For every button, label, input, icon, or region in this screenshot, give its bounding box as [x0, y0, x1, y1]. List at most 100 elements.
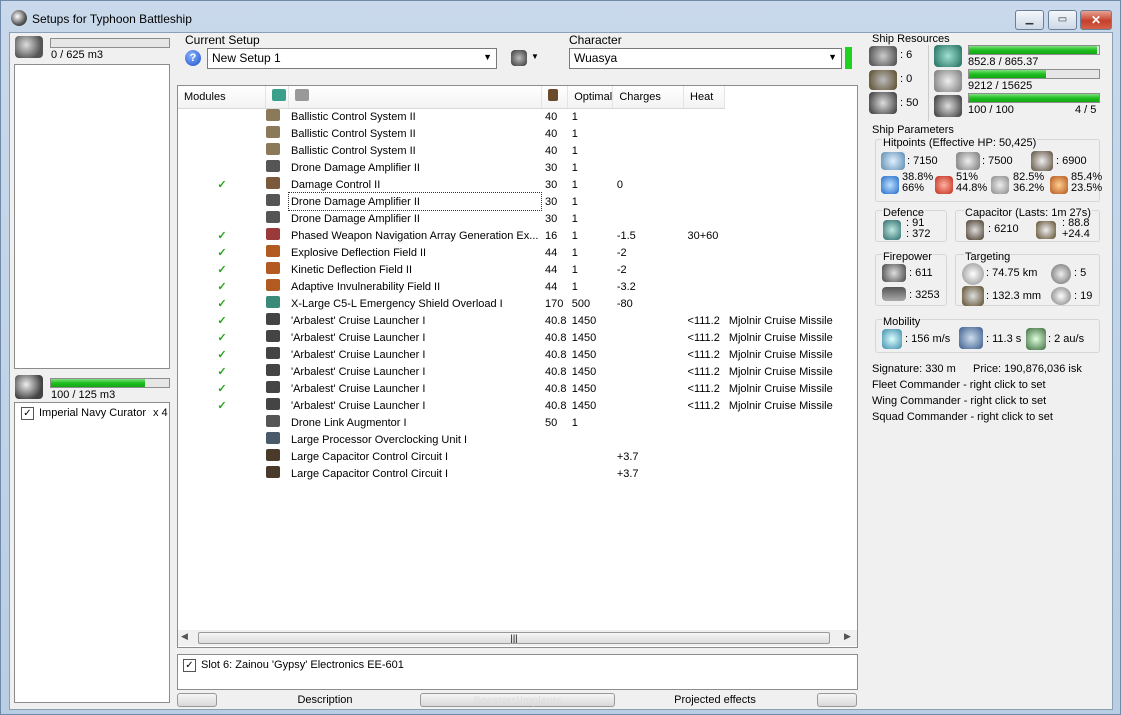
drone-bay-bar — [50, 378, 170, 388]
module-name: Ballistic Control System II — [290, 110, 416, 123]
minimize-button[interactable]: ▁ — [1015, 10, 1044, 30]
scroll-right-icon[interactable]: ▶ — [844, 631, 851, 642]
module-name: Drone Damage Amplifier II — [287, 192, 543, 211]
module-heat — [845, 193, 856, 210]
max-speed: : 156 m/s — [905, 333, 951, 345]
drone-bay-list[interactable]: ✓ Imperial Navy Curator x 4 — [14, 402, 170, 703]
squad-commander[interactable]: Squad Commander - right click to set — [872, 411, 1053, 423]
table-row[interactable]: ✓ Adaptive Invulnerability Field II 44 1 -3.… — [178, 278, 856, 295]
help-icon[interactable]: ? — [185, 50, 201, 66]
col-capacitor-icon[interactable] — [541, 86, 569, 109]
module-optimal: <111.2 — [687, 399, 720, 412]
wing-commander[interactable]: Wing Commander - right click to set — [872, 395, 1046, 407]
module-capacitor — [613, 142, 684, 159]
module-capacitor: -1.5 — [616, 229, 636, 242]
capacitor-recharge-values: : 88.8 +24.4 — [1062, 217, 1090, 240]
module-name: Large Capacitor Control Circuit I — [290, 467, 449, 480]
ship-menu-icon[interactable] — [511, 50, 527, 66]
drone-bay-icon — [15, 375, 43, 399]
module-icon — [265, 363, 289, 380]
module-heat — [845, 159, 856, 176]
table-row[interactable]: ✓ 'Arbalest' Cruise Launcher I 40.8 1450 <11… — [178, 380, 856, 397]
module-icon — [265, 244, 289, 261]
module-charges — [725, 227, 845, 244]
table-row[interactable]: Large Processor Overclocking Unit I — [178, 431, 856, 448]
table-row[interactable]: Ballistic Control System II 40 1 — [178, 108, 856, 125]
module-active-check — [178, 142, 266, 159]
module-icon — [265, 397, 289, 414]
table-row[interactable]: ✓ 'Arbalest' Cruise Launcher I 40.8 1450 <11… — [178, 397, 856, 414]
table-row[interactable]: ✓ X-Large C5-L Emergency Shield Overload … — [178, 295, 856, 312]
module-capacitor: 0 — [616, 178, 623, 191]
table-row[interactable]: Large Capacitor Control Circuit I +3.7 — [178, 448, 856, 465]
firepower-title: Firepower — [882, 251, 933, 263]
setup-select[interactable]: New Setup 1 ▼ — [207, 48, 497, 69]
table-row[interactable]: ✓ 'Arbalest' Cruise Launcher I 40.8 1450 <11… — [178, 312, 856, 329]
module-capacitor — [613, 159, 684, 176]
setup-select-value: New Setup 1 — [212, 51, 281, 65]
table-row[interactable]: Drone Damage Amplifier II 30 1 — [178, 210, 856, 227]
module-heat — [845, 295, 856, 312]
mobility-title: Mobility — [882, 316, 922, 328]
module-icon — [265, 142, 289, 159]
tab-boosters-implants[interactable]: Boosters\Implants — [420, 693, 615, 707]
table-row[interactable]: ✓ Damage Control II 30 1 0 — [178, 176, 856, 193]
bottom-tab-bar: Description Boosters\Implants Projected … — [10, 693, 858, 709]
table-row[interactable]: ✓ 'Arbalest' Cruise Launcher I 40.8 1450 <11… — [178, 346, 856, 363]
module-charges — [725, 465, 845, 482]
tab-stats[interactable] — [817, 693, 857, 707]
table-row[interactable]: Drone Damage Amplifier II 30 1 — [178, 192, 856, 211]
module-cpu: 44 — [545, 246, 558, 259]
targeting-box: Targeting : 74.75 km : 5 : 132.3 mm : 19 — [955, 251, 1100, 306]
scroll-thumb[interactable]: ||| — [198, 632, 830, 644]
table-row[interactable]: Ballistic Control System II 40 1 — [178, 125, 856, 142]
hull-hp-icon — [1031, 151, 1053, 171]
targeting-title: Targeting — [964, 251, 1012, 263]
horizontal-scrollbar[interactable]: ◀ ||| ▶ — [178, 630, 857, 646]
table-row[interactable]: Ballistic Control System II 40 1 — [178, 142, 856, 159]
table-row[interactable]: ✓ Explosive Deflection Field II 44 1 -2 — [178, 244, 856, 261]
col-heat[interactable]: Heat — [683, 86, 726, 109]
module-powergrid: 1 — [571, 280, 578, 293]
fleet-commander[interactable]: Fleet Commander - right click to set — [872, 379, 1046, 391]
col-charges[interactable]: Charges — [612, 86, 685, 109]
table-row[interactable]: ✓ 'Arbalest' Cruise Launcher I 40.8 1450 <11… — [178, 329, 856, 346]
scroll-left-icon[interactable]: ◀ — [181, 631, 188, 642]
table-row[interactable]: Large Capacitor Control Circuit I +3.7 — [178, 465, 856, 482]
module-name: 'Arbalest' Cruise Launcher I — [290, 365, 426, 378]
tab-raw[interactable] — [177, 693, 217, 707]
close-button[interactable]: ✕ — [1080, 10, 1112, 30]
maximize-button[interactable]: ▭ — [1048, 10, 1077, 30]
ship-price: Price: 190,876,036 isk — [973, 363, 1082, 375]
weapon-dps-icon — [882, 264, 906, 282]
col-powergrid-icon[interactable] — [288, 86, 542, 109]
implant-checkbox[interactable]: ✓ — [183, 659, 196, 672]
ship-menu-chevron-icon[interactable]: ▼ — [531, 52, 539, 61]
table-row[interactable]: ✓ 'Arbalest' Cruise Launcher I 40.8 1450 <11… — [178, 363, 856, 380]
character-select[interactable]: Wuasya ▼ — [569, 48, 842, 69]
defence-icon — [883, 220, 901, 240]
table-row[interactable]: ✓ Kinetic Deflection Field II 44 1 -2 — [178, 261, 856, 278]
module-cpu: 44 — [545, 280, 558, 293]
module-charges — [725, 414, 845, 431]
tab-description[interactable]: Description — [260, 693, 390, 707]
module-icon — [265, 329, 289, 346]
table-row[interactable]: Drone Damage Amplifier II 30 1 — [178, 159, 856, 176]
drone-checkbox[interactable]: ✓ — [21, 407, 34, 420]
turret-slots: : 6 — [900, 49, 913, 61]
module-icon — [265, 261, 289, 278]
tab-projected-effects[interactable]: Projected effects — [650, 693, 780, 707]
module-heat — [845, 278, 856, 295]
module-heat — [845, 431, 856, 448]
table-row[interactable]: ✓ Phased Weapon Navigation Array Generati… — [178, 227, 856, 244]
cargo-list[interactable] — [14, 64, 170, 369]
module-heat — [845, 142, 856, 159]
table-row[interactable]: Drone Link Augmentor I 50 1 — [178, 414, 856, 431]
module-optimal — [684, 244, 725, 261]
col-modules[interactable]: Modules — [178, 86, 267, 109]
module-active-check: ✓ — [217, 383, 227, 395]
col-cpu-icon[interactable] — [265, 86, 290, 109]
col-optimal[interactable]: Optimal — [567, 86, 614, 109]
armor-hp: : 7500 — [982, 155, 1013, 167]
module-capacitor — [613, 414, 684, 431]
